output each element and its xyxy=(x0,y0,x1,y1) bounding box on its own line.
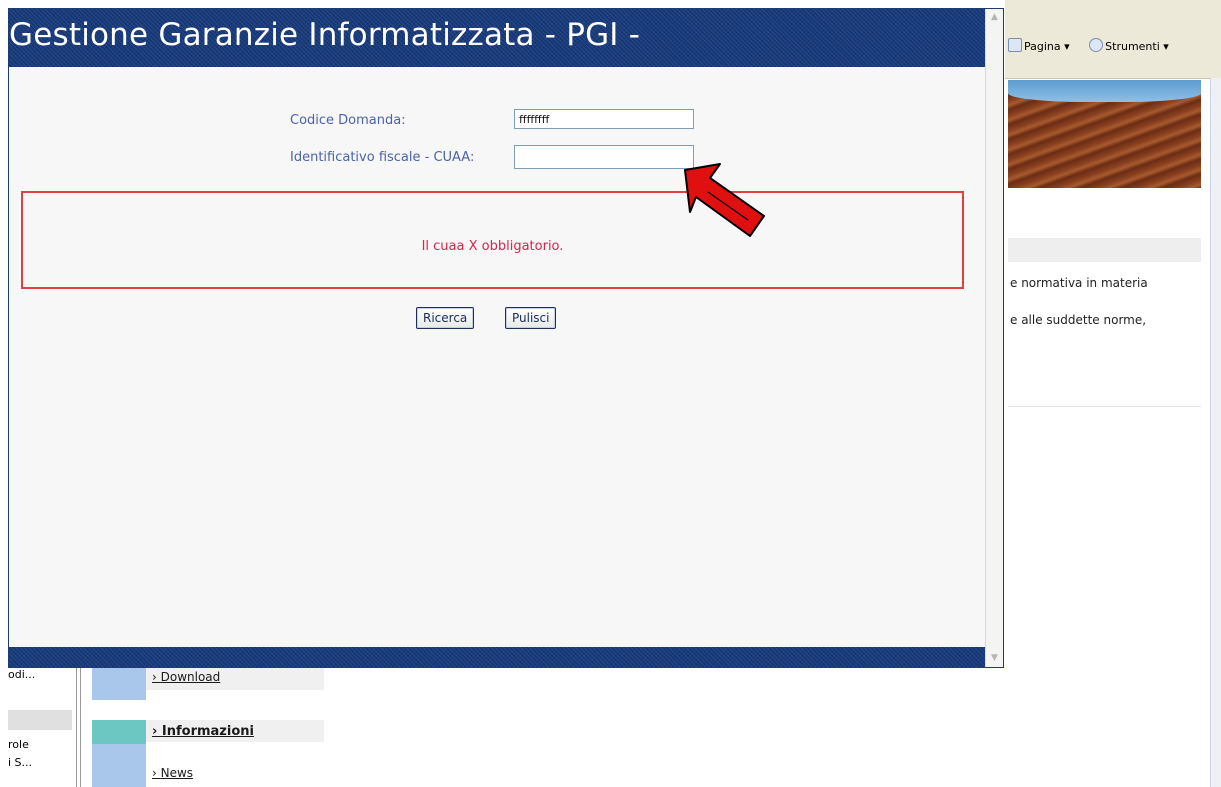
error-box: Il cuaa X obbligatorio. xyxy=(21,191,964,289)
pulisci-button[interactable]: Pulisci xyxy=(505,307,557,329)
left-column-item[interactable]: role xyxy=(8,738,29,751)
menu-link-news[interactable]: › News xyxy=(152,766,193,780)
popup-footer xyxy=(9,647,987,667)
menu-link-download[interactable]: › Download xyxy=(152,670,220,684)
popup-title: Gestione Garanzie Informatizzata - PGI - xyxy=(9,17,641,53)
background-text-line: e normativa in materia xyxy=(1010,276,1148,290)
menu-link-label: News xyxy=(160,766,194,780)
menu-link-label: Download xyxy=(160,670,221,684)
page-icon xyxy=(1008,38,1022,52)
popup-window: Gestione Garanzie Informatizzata - PGI -… xyxy=(8,8,1004,668)
red-arrow-icon xyxy=(684,163,765,237)
menu-swatch xyxy=(92,668,146,700)
ricerca-button[interactable]: Ricerca xyxy=(416,307,475,329)
gear-icon xyxy=(1089,38,1104,52)
page-menu-button[interactable]: Pagina ▾ xyxy=(1008,38,1078,53)
cuaa-label: Identificativo fiscale - CUAA: xyxy=(290,150,475,165)
scroll-down-icon[interactable]: ▼ xyxy=(988,652,1001,665)
background-text-line: e alle suddette norme, xyxy=(1010,313,1147,327)
menu-link-informazioni[interactable]: › Informazioni xyxy=(152,724,254,739)
tools-menu-button[interactable]: Strumenti ▾ xyxy=(1089,38,1177,53)
menu-swatch xyxy=(92,744,146,787)
popup-header: Gestione Garanzie Informatizzata - PGI - xyxy=(9,9,987,67)
banner-sky xyxy=(1008,80,1201,102)
page-scrollbar[interactable] xyxy=(1210,78,1221,787)
divider xyxy=(1008,406,1201,407)
cuaa-input[interactable] xyxy=(514,145,694,169)
left-column-bar xyxy=(8,710,72,730)
section-heading-bar xyxy=(1008,238,1201,262)
left-column-item[interactable]: i S... xyxy=(8,756,32,769)
error-message: Il cuaa X obbligatorio. xyxy=(421,239,564,254)
tools-menu-label: Strumenti ▾ xyxy=(1105,40,1169,53)
scroll-up-icon[interactable]: ▲ xyxy=(988,11,1001,24)
page-menu-label: Pagina ▾ xyxy=(1024,40,1070,53)
codice-domanda-input[interactable] xyxy=(514,109,694,129)
popup-scrollbar[interactable]: ▲ ▼ xyxy=(985,9,1003,667)
menu-link-label: Informazioni xyxy=(161,724,254,739)
codice-domanda-label: Codice Domanda: xyxy=(290,113,406,128)
menu-swatch xyxy=(92,720,146,744)
browser-command-bar: Pagina ▾ Strumenti ▾ xyxy=(1008,38,1185,53)
column-divider xyxy=(76,668,81,787)
left-column-item[interactable]: odi... xyxy=(8,668,35,681)
